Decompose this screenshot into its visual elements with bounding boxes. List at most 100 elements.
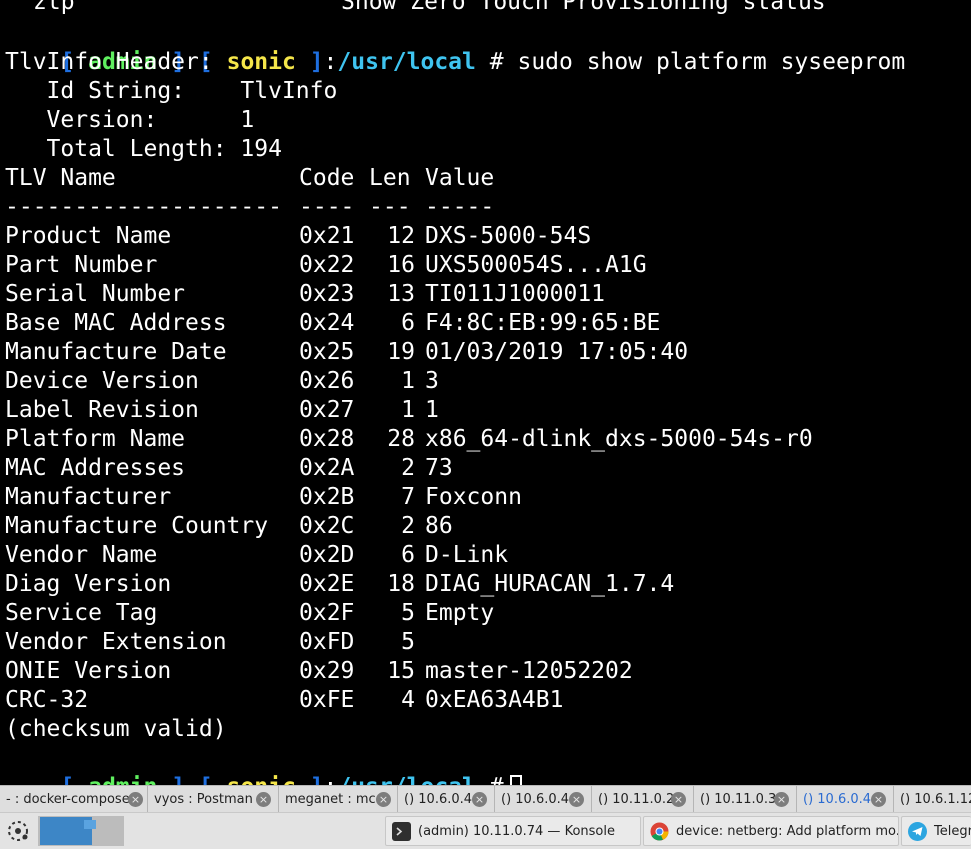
tlv-name-cell: Manufacture Country xyxy=(5,513,269,539)
tlv-name-cell: Vendor Extension xyxy=(5,629,227,655)
terminal-tab[interactable]: () 10.11.0.3 × xyxy=(694,786,797,813)
tlv-value-cell: DXS-5000-54S xyxy=(425,223,592,249)
terminal-line-partial: ztp Show Zero Touch Provisioning status xyxy=(5,0,826,17)
close-icon[interactable]: × xyxy=(472,792,487,807)
prompt-path: /usr/local xyxy=(337,49,476,75)
terminal-tab[interactable]: - : docker-compose × xyxy=(0,786,148,813)
tlv-name-cell: Label Revision xyxy=(5,397,199,423)
tlv-value-cell: 01/03/2019 17:05:40 xyxy=(425,339,689,365)
tlv-name-cell: Platform Name xyxy=(5,426,186,452)
tlv-value-cell: TI011J1000011 xyxy=(425,281,606,307)
tlv-value-cell: F4:8C:EB:99:65:BE xyxy=(425,310,661,336)
column-header-name: TLV Name xyxy=(5,165,116,191)
tlv-len-cell: 19 xyxy=(387,339,415,365)
telegram-icon xyxy=(908,822,927,841)
tlv-value-cell: DIAG_HURACAN_1.7.4 xyxy=(425,571,675,597)
prompt-user: admin xyxy=(88,774,157,785)
tlv-len-cell: 6 xyxy=(401,310,415,336)
command-prompt-line: [ admin ] [ sonic ]:/usr/local # sudo sh… xyxy=(60,49,906,75)
close-icon[interactable]: × xyxy=(871,792,886,807)
close-icon[interactable]: × xyxy=(671,792,686,807)
tlv-value-cell: Empty xyxy=(425,600,495,626)
terminal-tab[interactable]: () 10.6.1.129 xyxy=(894,786,971,813)
tlv-code-cell: 0x2F xyxy=(299,600,355,626)
taskbar: (admin) 10.11.0.74 — Konsole device: net… xyxy=(0,812,971,849)
command-text: sudo show platform syseeprom xyxy=(517,49,906,75)
close-icon[interactable]: × xyxy=(569,792,584,807)
terminal-tab[interactable]: () 10.6.0.4 × xyxy=(398,786,495,813)
terminal-tab[interactable]: vyos : Postman × xyxy=(148,786,279,813)
text-cursor[interactable] xyxy=(509,775,522,785)
tlv-code-cell: 0x2A xyxy=(299,455,355,481)
tlv-name-cell: Part Number xyxy=(5,252,158,278)
column-header-code: Code xyxy=(299,165,355,191)
konsole-icon xyxy=(392,822,411,841)
tlv-code-cell: 0x2B xyxy=(299,484,355,510)
task-label: (admin) 10.11.0.74 — Konsole xyxy=(418,824,615,839)
tab-label: () 10.6.0.4 xyxy=(404,792,473,807)
tlv-len-cell: 13 xyxy=(387,281,415,307)
tlv-name-cell: Diag Version xyxy=(5,571,172,597)
tlv-len-cell: 18 xyxy=(387,571,415,597)
terminal-tab-active[interactable]: () 10.6.0.4 × xyxy=(797,786,894,813)
tlv-value-cell: 0xEA63A4B1 xyxy=(425,687,564,713)
tlv-len-cell: 5 xyxy=(401,600,415,626)
tlv-code-cell: 0x25 xyxy=(299,339,355,365)
tlv-value-cell: 86 xyxy=(425,513,453,539)
tlv-code-cell: 0x29 xyxy=(299,658,355,684)
tlv-code-cell: 0x26 xyxy=(299,368,355,394)
header-line: Total Length: 194 xyxy=(5,136,282,162)
close-icon[interactable]: × xyxy=(774,792,789,807)
prompt-path: /usr/local xyxy=(337,774,475,785)
close-icon[interactable]: × xyxy=(128,792,143,807)
tlv-code-cell: 0x2E xyxy=(299,571,355,597)
tlv-len-cell: 1 xyxy=(401,368,415,394)
task-label: Telegram xyxy=(934,824,971,839)
tlv-len-cell: 2 xyxy=(401,513,415,539)
prompt-symbol: # xyxy=(490,774,504,785)
terminal-tab[interactable]: () 10.6.0.4 × xyxy=(495,786,592,813)
prompt-symbol: # xyxy=(489,49,504,75)
task-konsole[interactable]: (admin) 10.11.0.74 — Konsole xyxy=(385,816,641,846)
tab-label: () 10.6.0.4 xyxy=(803,792,872,807)
tlv-value-cell: 1 xyxy=(425,397,439,423)
checksum-status: (checksum valid) xyxy=(5,716,227,742)
tlv-code-cell: 0x27 xyxy=(299,397,355,423)
tlv-name-cell: Serial Number xyxy=(5,281,186,307)
prompt-host: sonic xyxy=(226,49,296,75)
tab-label: - : docker-compose xyxy=(6,792,130,807)
tlv-len-cell: 6 xyxy=(401,542,415,568)
application-launcher-icon[interactable] xyxy=(4,818,32,844)
terminal-tab[interactable]: () 10.11.0.2 × xyxy=(592,786,694,813)
tlv-len-cell: 7 xyxy=(401,484,415,510)
command-prompt-line: [ admin ] [ sonic ]:/usr/local # xyxy=(5,744,522,785)
tlv-code-cell: 0xFD xyxy=(299,629,355,655)
table-header: TLV Name Code Len Value xyxy=(5,164,494,193)
close-icon[interactable]: × xyxy=(256,792,271,807)
tlv-len-cell: 2 xyxy=(401,455,415,481)
close-icon[interactable]: × xyxy=(376,792,391,807)
tlv-name-cell: Product Name xyxy=(5,223,172,249)
tab-label: () 10.11.0.3 xyxy=(700,792,777,807)
tlv-name-cell: MAC Addresses xyxy=(5,455,186,481)
prompt-host: sonic xyxy=(227,774,296,785)
tlv-len-cell: 15 xyxy=(387,658,415,684)
tlv-value-cell: master-12052202 xyxy=(425,658,633,684)
tlv-code-cell: 0x24 xyxy=(299,310,355,336)
tlv-value-cell: UXS500054S...A1G xyxy=(425,252,647,278)
tab-label: () 10.6.1.129 xyxy=(900,792,971,807)
tab-label: meganet : mc xyxy=(285,792,376,807)
tlv-name-cell: ONIE Version xyxy=(5,658,172,684)
tlv-value-cell: 3 xyxy=(425,368,439,394)
terminal-window[interactable]: ztp Show Zero Touch Provisioning status … xyxy=(0,0,971,785)
tlv-name-cell: Base MAC Address xyxy=(5,310,227,336)
tlv-code-cell: 0x22 xyxy=(299,252,355,278)
partial-right: Show Zero Touch Provisioning status xyxy=(341,0,826,15)
terminal-tab[interactable]: meganet : mc × xyxy=(279,786,398,813)
tab-label: vyos : Postman xyxy=(154,792,253,807)
column-header-value: Value xyxy=(425,165,495,191)
task-chrome[interactable]: device: netberg: Add platform mo... xyxy=(643,816,899,846)
task-telegram[interactable]: Telegram xyxy=(901,816,971,846)
tlv-name-cell: CRC-32 xyxy=(5,687,89,713)
table-separator: -------------------- ---- --- ----- xyxy=(5,194,495,220)
